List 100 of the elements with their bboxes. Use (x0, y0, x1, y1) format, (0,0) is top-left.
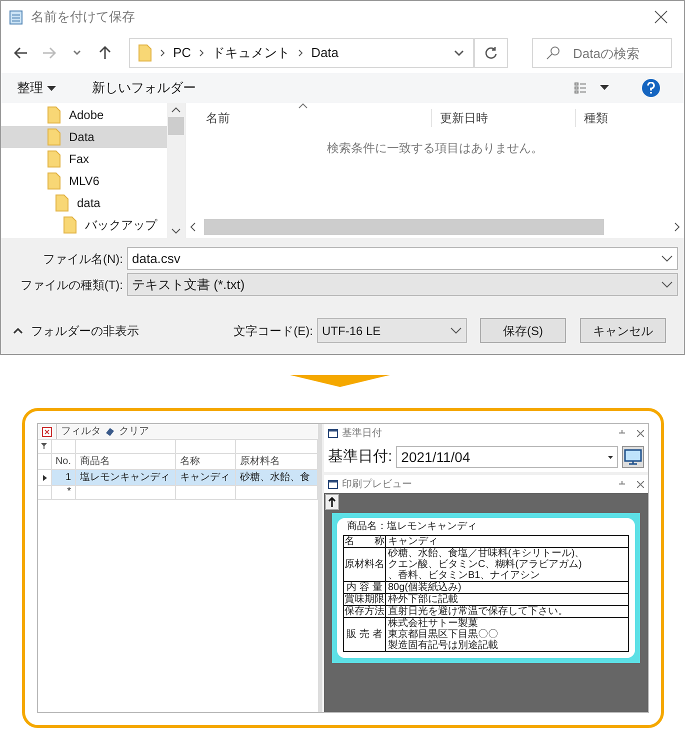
funnel-icon[interactable] (38, 440, 52, 453)
chevron-up-icon (13, 328, 23, 334)
close-icon[interactable] (637, 480, 644, 488)
chevron-icon (160, 49, 165, 57)
table-cell: 塩レモンキャンディ (76, 470, 176, 485)
folder-icon (47, 128, 61, 146)
label-text: 直射日光を避け常温で保存して下さい。 (388, 606, 569, 617)
encoding-dropdown[interactable]: UTF-16 LE (317, 318, 467, 343)
field-label: 文字コード(E): (234, 322, 313, 340)
label-header: 名 称 (344, 536, 386, 547)
search-icon (546, 46, 560, 60)
folder-item[interactable]: バックアップ (1, 214, 168, 236)
label-text: 80g(個装紙込み) (388, 582, 462, 593)
dropdown-icon (450, 326, 462, 334)
date-field[interactable]: 2021/11/04 (396, 446, 618, 468)
folder-icon (47, 172, 61, 190)
chevron-icon (298, 49, 304, 57)
column-header[interactable]: 種類 (575, 109, 684, 127)
close-icon[interactable] (637, 430, 644, 436)
folder-item[interactable]: Data (1, 126, 168, 148)
dropdown-icon (661, 254, 673, 262)
grid-row[interactable]: 1 塩レモンキャンディ キャンディ 砂糖、水飴、食 (38, 470, 318, 486)
folder-icon (47, 150, 61, 168)
scrollbar[interactable] (167, 103, 185, 238)
breadcrumb-item[interactable]: ドキュメント (212, 43, 290, 63)
column-header[interactable]: 名前 (186, 109, 431, 127)
clear-filter-icon[interactable] (42, 426, 52, 436)
up-button[interactable] (325, 494, 339, 510)
column-header[interactable]: No. (52, 454, 76, 469)
label-header: 販 売 者 (344, 618, 386, 651)
address-bar[interactable]: PC ドキュメント Data (129, 38, 474, 68)
column-header[interactable]: 商品名 (76, 454, 176, 469)
help-icon[interactable] (642, 79, 660, 97)
save-button[interactable]: 保存(S) (480, 318, 566, 343)
label-text: 製造固有記号は別途記載 (388, 640, 499, 651)
preview-icon (328, 479, 338, 489)
cancel-button[interactable]: キャンセル (580, 318, 666, 343)
scroll-thumb[interactable] (168, 116, 184, 134)
sort-caret-icon (298, 103, 308, 109)
column-header[interactable]: 更新日時 (431, 109, 575, 127)
down-arrow-icon (290, 375, 390, 387)
scroll-right-icon[interactable] (674, 222, 680, 232)
back-arrow-icon[interactable] (13, 45, 29, 61)
label-text: 砂糖、水飴、食塩／甘味料(キシリトール)、 (388, 548, 586, 559)
row-pointer-icon (42, 474, 46, 480)
label-header: 内 容 量 (344, 582, 386, 593)
view-options-icon[interactable] (574, 82, 610, 94)
table-cell: 1 (52, 470, 76, 485)
new-row-marker: * (67, 486, 71, 497)
new-folder-button[interactable]: 新しいフォルダー (92, 78, 196, 98)
field-label: ファイルの種類(T): (19, 276, 124, 294)
scroll-up-icon[interactable] (171, 107, 182, 113)
folder-icon (47, 106, 61, 124)
chevron-icon (199, 49, 204, 57)
window-title: 名前を付けて保存 (31, 8, 136, 26)
scroll-thumb[interactable] (204, 219, 604, 235)
folder-item[interactable]: data (1, 192, 168, 214)
folder-icon (55, 194, 69, 212)
label-header: 保存方法 (344, 606, 386, 617)
product-title: 商品名：塩レモンキャンディ (346, 521, 478, 533)
label-text: 東京都目黒区下目黒〇〇 (388, 629, 499, 640)
dropdown-icon (608, 456, 613, 458)
label-text: キャンディ (388, 536, 439, 547)
panel-title: 印刷プレビュー (342, 478, 413, 492)
label-header: 原材料名 (344, 548, 386, 581)
refresh-icon (484, 46, 498, 60)
up-arrow-icon[interactable] (97, 45, 113, 61)
field-label: ファイル名(N): (42, 250, 124, 268)
clear-button[interactable]: クリア (119, 424, 149, 439)
scroll-left-icon[interactable] (190, 222, 196, 232)
monitor-button[interactable] (622, 446, 644, 468)
file-name-field[interactable]: data.csv (127, 247, 678, 270)
notepad-icon (9, 9, 23, 25)
folder-icon (138, 44, 152, 62)
column-header[interactable]: 原材料名 (236, 454, 318, 469)
label-text: クエン酸、ビタミンC、糊料(アラビアガム) (388, 559, 583, 570)
panel-title: 基準日付 (342, 426, 383, 440)
filter-button[interactable]: フィルタ (56, 424, 101, 439)
scroll-down-icon[interactable] (171, 228, 182, 234)
folder-item[interactable]: Fax (1, 148, 168, 170)
folder-item[interactable]: MLV6 (1, 170, 168, 192)
label-text: 、香料、ビタミンB1、ナイアシン (388, 570, 542, 581)
label-text: 枠外下部に記載 (388, 594, 459, 605)
table-cell: キャンディ (176, 470, 236, 485)
folder-item[interactable]: Adobe (1, 104, 168, 126)
label-text: 株式会社サトー製菓 (388, 618, 479, 629)
file-type-dropdown[interactable]: テキスト文書 (*.txt) (127, 273, 678, 296)
column-header[interactable]: 名称 (176, 454, 236, 469)
breadcrumb-item[interactable]: Data (311, 43, 339, 63)
up-arrow-icon (328, 497, 336, 507)
field-label: 基準日付: (328, 446, 392, 467)
breadcrumb-item[interactable]: PC (173, 43, 192, 63)
dropdown-icon (661, 280, 673, 288)
organize-menu[interactable]: 整理 (17, 78, 56, 98)
hide-folders-button[interactable]: フォルダーの非表示 (13, 322, 139, 340)
close-icon[interactable] (654, 10, 668, 24)
label-header: 賞味期限 (344, 594, 386, 605)
empty-message: 検索条件に一致する項目はありません。 (326, 140, 544, 157)
refresh-button[interactable] (474, 38, 508, 68)
search-field[interactable]: Dataの検索 (532, 38, 672, 68)
